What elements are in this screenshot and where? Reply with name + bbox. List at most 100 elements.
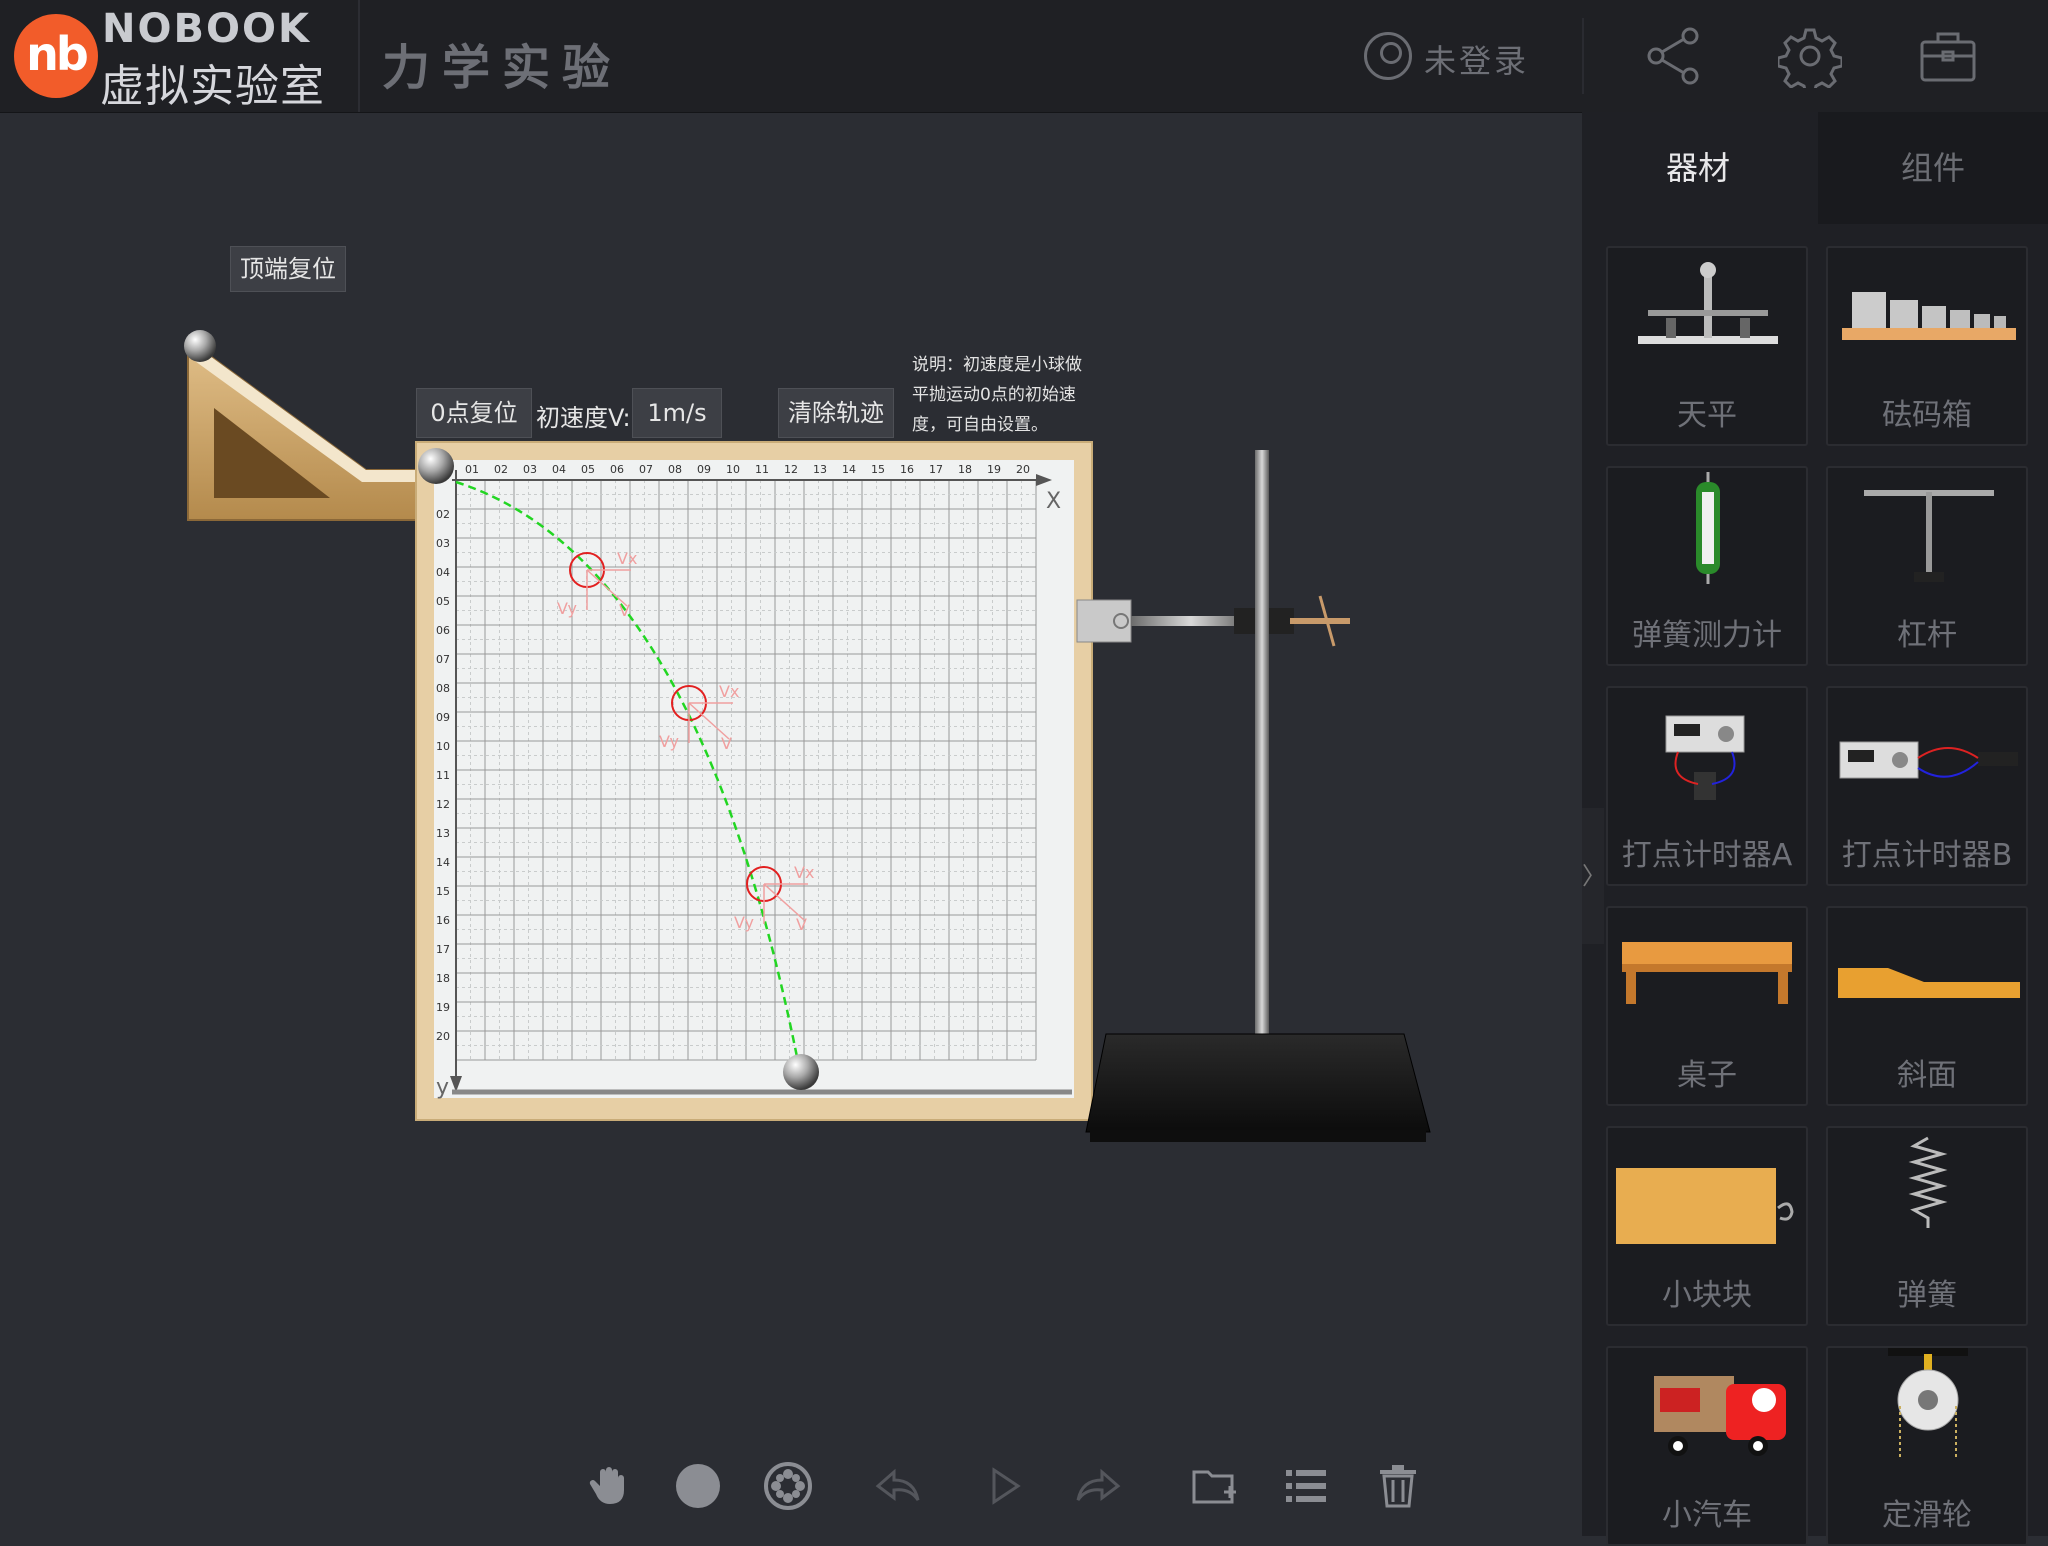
- y-tick-label: 13: [436, 827, 450, 840]
- x-tick-label: 18: [958, 463, 972, 476]
- clear-trajectory-button[interactable]: 清除轨迹: [778, 388, 894, 438]
- redo-icon[interactable]: [1074, 1462, 1122, 1510]
- item-label: 天平: [1677, 398, 1737, 433]
- fixed-pulley-icon: [1888, 1348, 1968, 1458]
- x-tick-label: 16: [900, 463, 914, 476]
- top-reset-button[interactable]: 顶端复位: [230, 246, 346, 292]
- y-tick-label: 05: [436, 595, 450, 608]
- divider: [1582, 18, 1584, 94]
- x-tick-label: 02: [494, 463, 508, 476]
- x-tick-label: 14: [842, 463, 856, 476]
- item-block[interactable]: 小块块: [1606, 1126, 1808, 1326]
- item-table[interactable]: 桌子: [1606, 906, 1808, 1106]
- ticker-timer-b-icon: [1839, 741, 2018, 779]
- x-tick-label: 17: [929, 463, 943, 476]
- vector-label: Vy: [659, 732, 679, 751]
- velocity-markers: Vx Vy V Vx Vy V Vx Vy V: [557, 549, 814, 934]
- trajectory-curve: [455, 480, 802, 1073]
- logo-brand: NOBOOK: [102, 6, 311, 52]
- item-label: 打点计时器B: [1841, 838, 2013, 873]
- gear-icon[interactable]: [1778, 24, 1842, 88]
- vector-label: Vx: [617, 549, 637, 568]
- film-reel-icon[interactable]: [764, 1462, 812, 1510]
- velocity-marker: Vx Vy V: [557, 549, 637, 620]
- play-icon[interactable]: [980, 1462, 1028, 1510]
- ticker-timer-a-icon: [1665, 715, 1745, 800]
- y-tick-label: 18: [436, 972, 450, 985]
- panel-collapse-handle[interactable]: 〉: [1582, 808, 1606, 944]
- logo-subtitle: 虚拟实验室: [100, 61, 325, 112]
- y-tick-label: 10: [436, 740, 450, 753]
- velocity-label: 初速度V:: [536, 404, 631, 432]
- vector-label: V: [619, 601, 630, 620]
- y-tick-label: 03: [436, 537, 450, 550]
- y-tick-label: 16: [436, 914, 450, 927]
- circle-icon[interactable]: [674, 1462, 722, 1510]
- item-spring-scale[interactable]: 弹簧测力计: [1606, 466, 1808, 666]
- x-tick-label: 11: [755, 463, 769, 476]
- item-incline[interactable]: 斜面: [1826, 906, 2028, 1106]
- ball-launch-point[interactable]: [418, 448, 454, 484]
- x-tick-label: 15: [871, 463, 885, 476]
- equipment-panel: 器材 组件 天平 砝码箱 弹簧测力计 杠杆 打点计时器A 打点计时器B 桌子 斜…: [1582, 112, 2048, 1546]
- item-ticker-timer-a[interactable]: 打点计时器A: [1606, 686, 1808, 886]
- weight-box-icon: [1842, 292, 2016, 340]
- x-tick-label: 13: [813, 463, 827, 476]
- grid-paper: [434, 460, 1074, 1098]
- item-fixed-pulley[interactable]: 定滑轮: [1826, 1346, 2028, 1546]
- vector-label: Vx: [719, 682, 739, 701]
- x-tick-label: 10: [726, 463, 740, 476]
- vector-label: V: [721, 734, 732, 753]
- vector-label: Vx: [794, 863, 814, 882]
- list-icon[interactable]: [1282, 1462, 1330, 1510]
- hand-icon[interactable]: [586, 1462, 634, 1510]
- x-tick-label: 04: [552, 463, 566, 476]
- item-weight-box[interactable]: 砝码箱: [1826, 246, 2028, 446]
- trash-icon[interactable]: [1374, 1462, 1422, 1510]
- undo-icon[interactable]: [874, 1462, 922, 1510]
- note-line: 平抛运动0点的初始速: [912, 385, 1076, 405]
- spring-icon: [1908, 1136, 1948, 1228]
- iron-stand[interactable]: [1076, 450, 1431, 1142]
- item-label: 斜面: [1897, 1058, 1957, 1093]
- vector-label: V: [796, 915, 807, 934]
- share-icon[interactable]: [1642, 24, 1706, 88]
- y-tick-label: 20: [436, 1030, 450, 1043]
- note-line: 说明：初速度是小球做: [912, 355, 1082, 375]
- velocity-input[interactable]: 1m/s: [632, 388, 722, 438]
- user-avatar-icon: [1364, 32, 1412, 80]
- instruction-note: 说明：初速度是小球做 平抛运动0点的初始速 度，可自由设置。: [912, 350, 1112, 440]
- grid-lines: [455, 479, 1037, 1061]
- logo-icon: nb: [14, 14, 98, 98]
- y-tick-label: 02: [436, 508, 450, 521]
- ball-landing[interactable]: [783, 1054, 819, 1090]
- y-tick-label: 12: [436, 798, 450, 811]
- ramp[interactable]: [184, 330, 453, 521]
- vector-label: Vy: [557, 599, 577, 618]
- y-tick-label: 07: [436, 653, 450, 666]
- table-icon: [1622, 942, 1792, 1004]
- x-tick-label: 06: [610, 463, 624, 476]
- item-label: 砝码箱: [1882, 398, 1972, 433]
- x-tick-label: 12: [784, 463, 798, 476]
- folder-add-icon[interactable]: [1190, 1462, 1238, 1510]
- y-tick-label: 17: [436, 943, 450, 956]
- tab-equipment[interactable]: 器材: [1582, 112, 1814, 224]
- y-tick-label: 15: [436, 885, 450, 898]
- item-label: 小块块: [1662, 1278, 1752, 1313]
- item-spring[interactable]: 弹簧: [1826, 1126, 2028, 1326]
- item-balance[interactable]: 天平: [1606, 246, 1808, 446]
- item-lever[interactable]: 杠杆: [1826, 466, 2028, 666]
- item-label: 打点计时器A: [1621, 838, 1793, 873]
- velocity-marker: Vx Vy V: [734, 863, 814, 934]
- item-ticker-timer-b[interactable]: 打点计时器B: [1826, 686, 2028, 886]
- y-tick-label: 14: [436, 856, 450, 869]
- item-toy-car[interactable]: 小汽车: [1606, 1346, 1808, 1546]
- note-line: 度，可自由设置。: [912, 415, 1048, 435]
- toolbox-icon[interactable]: [1916, 24, 1980, 88]
- tab-components[interactable]: 组件: [1818, 112, 2048, 224]
- ball-top[interactable]: [184, 330, 216, 362]
- y-tick-label: 11: [436, 769, 450, 782]
- zero-reset-button[interactable]: 0点复位: [416, 388, 532, 438]
- y-tick-label: 09: [436, 711, 450, 724]
